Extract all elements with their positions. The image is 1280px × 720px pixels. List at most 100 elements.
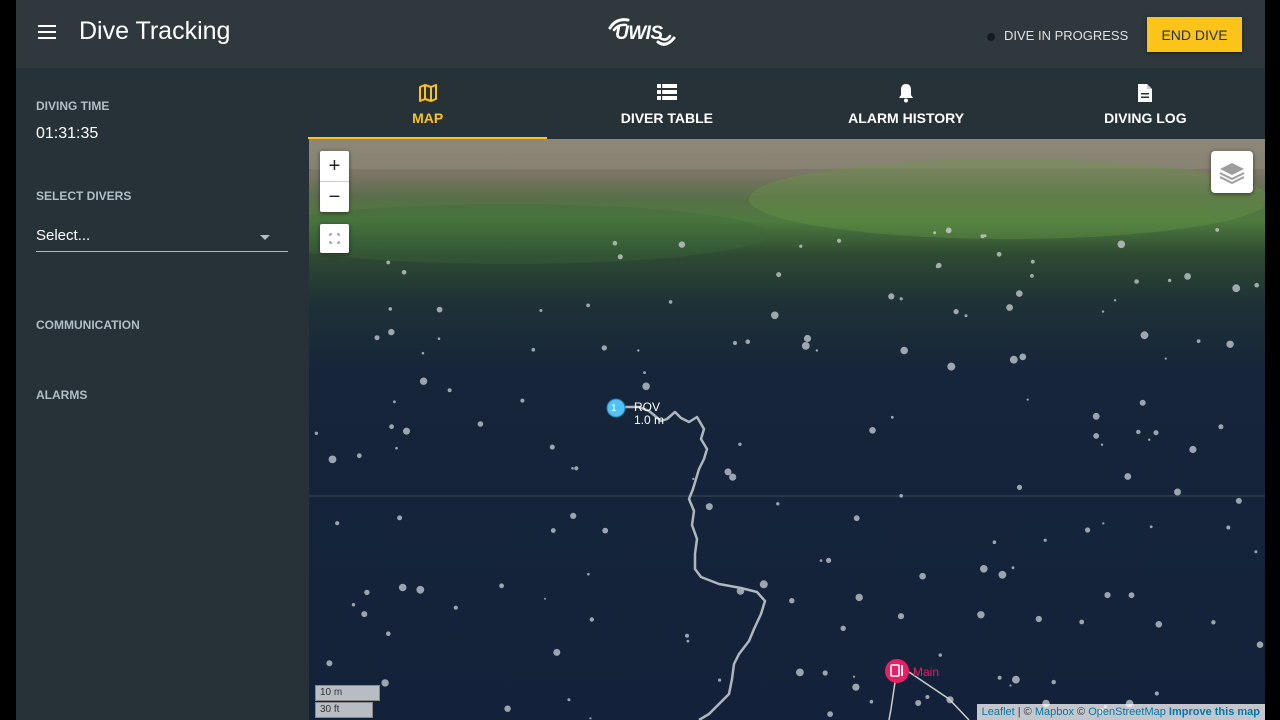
scale-imperial: 30 ft [315,702,373,718]
layers-icon [1219,163,1245,185]
map-texture-speck [388,328,395,336]
tab-label: DIVING LOG [1104,110,1187,126]
map-texture-speck [938,653,942,657]
map-texture-speck [826,557,832,563]
map-texture-speck [1154,691,1159,696]
map-texture-speck [1113,299,1117,302]
dive-status: DIVE IN PROGRESS [987,28,1128,43]
end-dive-button[interactable]: END DIVE [1147,17,1242,52]
map-texture-speck [389,424,394,430]
rov-track-line [615,405,767,720]
zoom-out-button[interactable]: − [320,182,349,212]
leaflet-link[interactable]: Leaflet [982,706,1015,718]
map-texture-speck [1134,279,1139,284]
map-texture-speck [919,572,926,580]
map-texture-speck [1100,443,1104,446]
bell-icon [899,84,914,103]
map-texture-speck [668,300,673,304]
fullscreen-button[interactable] [320,224,349,253]
logo-text: UWIS [615,23,663,44]
map-texture-speck [364,589,370,596]
map-texture-speck [531,347,536,352]
map-texture-speck [642,382,650,391]
tab-diver-table[interactable]: DIVER TABLE [547,68,786,139]
map-texture-speck [852,675,856,678]
map-texture-speck [840,625,846,631]
tab-map[interactable]: MAP [308,68,548,139]
map-texture-speck [980,565,988,573]
hamburger-menu-icon[interactable] [38,25,56,39]
map-texture-speck [637,349,640,352]
communication-section[interactable]: COMMUNICATION [36,318,140,332]
map-texture-speck [822,670,828,676]
map-texture-speck [915,700,922,706]
rov-label: ROV 1.0 m [634,401,664,427]
tab-label: MAP [412,110,444,126]
map-texture-speck [900,346,908,355]
map-texture-speck [1256,641,1264,648]
map-texture-speck [617,254,623,260]
map-texture-speck [328,455,337,464]
map-texture-speck [897,613,905,620]
map-texture-speck [1009,355,1018,364]
map-texture-speck [403,427,410,435]
map-texture-speck [855,593,863,602]
map-texture-speck [771,311,779,320]
map-texture-speck [601,345,607,351]
map-texture-speck [980,234,985,239]
map-texture-speck [759,580,768,589]
mapbox-link[interactable]: Mapbox [1035,706,1074,718]
map-texture-speck [553,648,561,656]
map-texture-speck [1235,497,1242,504]
rov-marker-number: 1 [611,403,617,414]
map-texture-speck [1211,620,1216,625]
tab-label: DIVER TABLE [620,110,714,126]
map-texture-speck [936,262,942,269]
select-divers-dropdown[interactable]: Select... [36,225,288,252]
map-texture-speck [997,675,1002,680]
main-tabs: MAP DIVER TABLE ALARM HISTORY DIVING LOG [308,68,1265,139]
scale-metric: 10 m [315,685,380,701]
map-texture-speck [1093,433,1100,439]
map-texture-speck [1184,273,1191,280]
map-texture-speck [977,611,985,619]
map-texture-speck [796,668,804,677]
map-texture-speck [692,477,695,480]
map-attribution: Leaflet | © Mapbox © OpenStreetMap Impro… [976,704,1265,720]
map-texture-speck [1155,621,1163,628]
rov-depth: 1.0 m [634,413,665,427]
map-texture-speck [745,339,751,344]
map-texture-speck [827,711,833,717]
page-title: Dive Tracking [79,17,231,45]
map-texture-speck [899,297,903,301]
map-texture-speck [1011,566,1015,570]
zoom-in-button[interactable]: + [320,151,349,182]
main-marker-label: Main [913,665,940,679]
map-texture-speck [1136,429,1141,435]
openstreetmap-link[interactable]: OpenStreetMap [1088,706,1166,718]
map-texture-speck [1006,304,1013,311]
main-marker-icon[interactable] [885,659,909,683]
alarms-section[interactable]: ALARMS [36,388,87,402]
map-texture-speck [1226,525,1231,530]
map-texture-speck [393,400,396,404]
diving-time-label: DIVING TIME [36,99,110,113]
map-texture-speck [1101,310,1105,313]
map-texture-speck [571,467,574,470]
dive-map[interactable]: 1 ROV 1.0 m Main + − 10 m 30 ft Leaflet … [309,139,1265,720]
map-texture-speck [416,585,425,594]
map-texture-speck [398,583,407,592]
layers-button[interactable] [1211,151,1253,193]
map-texture-speck [314,431,319,435]
map-texture-speck [421,351,425,355]
map-texture-speck [1026,398,1029,401]
improve-map-link[interactable]: Improve this map [1169,706,1260,718]
tab-alarm-history[interactable]: ALARM HISTORY [787,68,1026,139]
map-texture-speck [477,421,484,427]
map-texture-speck [612,240,618,246]
uwis-logo: UWIS [606,14,676,54]
map-texture-speck [738,442,742,446]
map-texture-speck [964,314,968,318]
tab-diving-log[interactable]: DIVING LOG [1026,68,1265,139]
map-texture-speck [544,597,546,600]
